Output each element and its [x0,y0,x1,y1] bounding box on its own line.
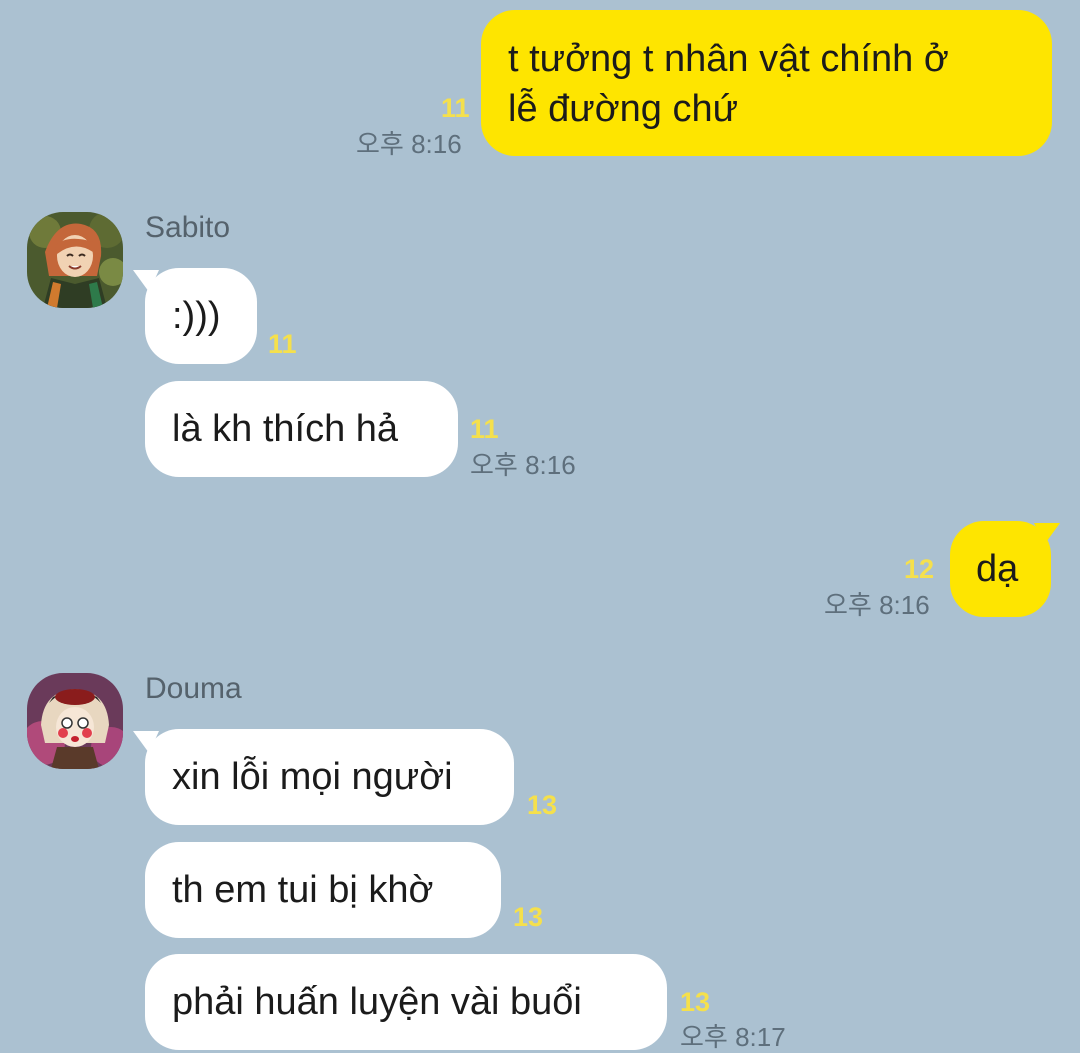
chat-room[interactable]: t tưởng t nhân vật chính ở lễ đường chứ … [0,0,1080,1053]
other-message-bubble[interactable]: xin lỗi mọi người [145,729,514,825]
message-timestamp: 오후 8:17 [680,1022,786,1052]
message-text-line-2: lễ đường chứ [508,88,739,130]
message-timestamp: 오후 8:16 [356,129,462,159]
message-text: phải huấn luyện vài buổi [172,981,582,1023]
unread-count: 13 [513,902,544,932]
my-message-bubble[interactable]: dạ [950,521,1051,617]
message-timestamp: 오후 8:16 [824,590,930,620]
unread-count: 13 [527,790,558,820]
my-message-bubble[interactable]: t tưởng t nhân vật chính ở lễ đường chứ [481,10,1052,156]
unread-count: 11 [470,414,499,444]
sender-name: Sabito [145,211,231,244]
message-text: :))) [172,295,221,337]
unread-count: 11 [441,93,470,123]
message-text: th em tui bị khờ [172,869,434,911]
message-text: là kh thích hả [172,408,399,450]
other-message-bubble[interactable]: th em tui bị khờ [145,842,501,938]
other-message-bubble[interactable]: là kh thích hả [145,381,458,477]
message-text-line-1: t tưởng t nhân vật chính ở [508,38,949,80]
unread-count: 13 [680,987,711,1017]
message-text: dạ [976,548,1019,590]
sender-name: Douma [145,672,242,705]
unread-count: 12 [904,554,935,584]
message-text: xin lỗi mọi người [172,756,453,798]
sabito-avatar-icon[interactable] [27,212,123,308]
other-message-bubble[interactable]: :))) [145,268,257,364]
unread-count: 11 [268,329,297,359]
other-message-bubble[interactable]: phải huấn luyện vài buổi [145,954,667,1050]
douma-avatar-icon[interactable] [27,673,123,769]
message-timestamp: 오후 8:16 [470,450,576,480]
